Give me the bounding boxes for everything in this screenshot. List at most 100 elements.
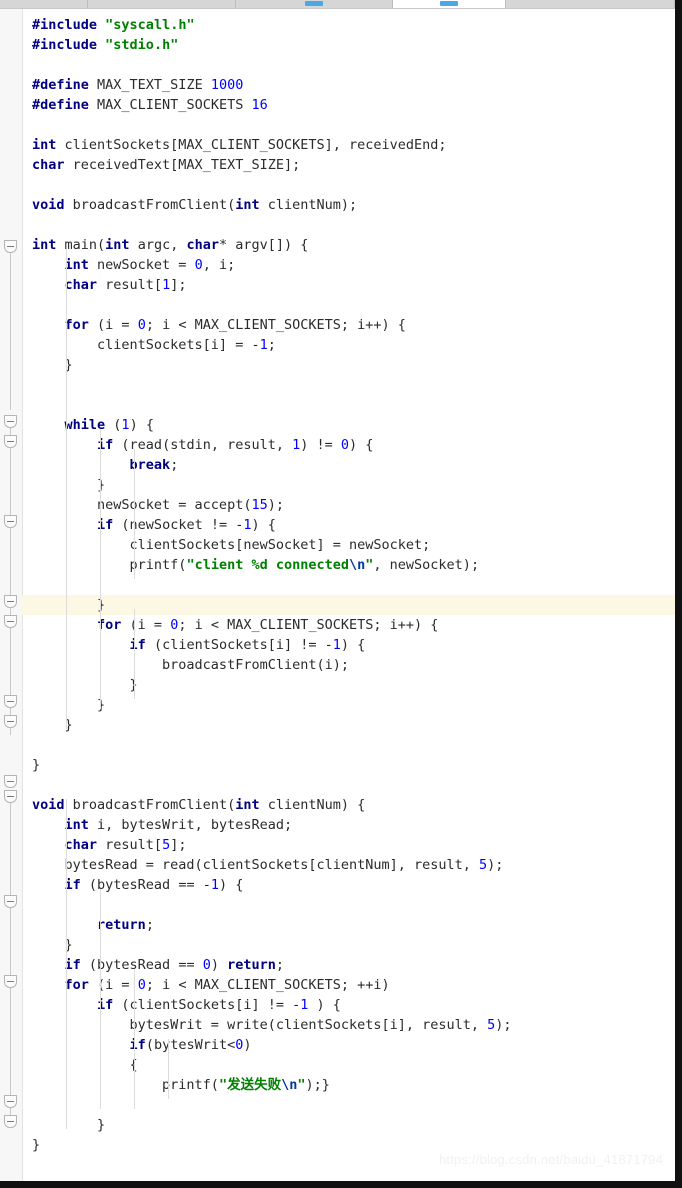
code-line[interactable]: #include "stdio.h" bbox=[22, 35, 675, 55]
fold-collapse-icon[interactable] bbox=[4, 975, 17, 988]
code-line[interactable]: printf("发送失败\n");} bbox=[22, 1075, 675, 1095]
code-line[interactable] bbox=[22, 575, 675, 595]
fold-collapse-icon[interactable] bbox=[4, 415, 17, 428]
fold-collapse-icon[interactable] bbox=[4, 715, 17, 728]
code-line[interactable] bbox=[22, 115, 675, 135]
code-line[interactable]: newSocket = accept(15); bbox=[22, 495, 675, 515]
code-line[interactable] bbox=[22, 375, 675, 395]
code-line[interactable] bbox=[22, 775, 675, 795]
fold-collapse-icon[interactable] bbox=[4, 695, 17, 708]
code-line[interactable]: clientSockets[newSocket] = newSocket; bbox=[22, 535, 675, 555]
code-line[interactable]: #define MAX_CLIENT_SOCKETS 16 bbox=[22, 95, 675, 115]
code-line[interactable]: if (read(stdin, result, 1) != 0) { bbox=[22, 435, 675, 455]
code-line[interactable]: #include "syscall.h" bbox=[22, 15, 675, 35]
code-line[interactable]: int main(int argc, char* argv[]) { bbox=[22, 235, 675, 255]
code-token-id: (i = bbox=[88, 977, 138, 993]
code-token-id: ) { bbox=[340, 637, 366, 653]
code-line[interactable]: if (bytesRead == -1) { bbox=[22, 875, 675, 895]
fold-collapse-icon[interactable] bbox=[4, 895, 17, 908]
fold-collapse-icon[interactable] bbox=[4, 790, 17, 803]
code-content[interactable]: #include "syscall.h" #include "stdio.h" #… bbox=[22, 9, 675, 1181]
fold-collapse-icon[interactable] bbox=[4, 515, 17, 528]
editor-tab[interactable] bbox=[88, 0, 236, 8]
code-line[interactable]: } bbox=[22, 935, 675, 955]
code-line[interactable]: void broadcastFromClient(int clientNum) … bbox=[22, 795, 675, 815]
code-line[interactable]: if (newSocket != -1) { bbox=[22, 515, 675, 535]
code-token-id: } bbox=[32, 597, 106, 613]
code-token-kw: break bbox=[129, 457, 171, 473]
code-token-id: ); bbox=[267, 497, 284, 513]
code-line[interactable]: #define MAX_TEXT_SIZE 1000 bbox=[22, 75, 675, 95]
fold-collapse-icon[interactable] bbox=[4, 1095, 17, 1108]
code-line[interactable]: if(bytesWrit<0) bbox=[22, 1035, 675, 1055]
code-line[interactable]: break; bbox=[22, 455, 675, 475]
code-token-num: -1 bbox=[235, 517, 252, 533]
fold-collapse-icon[interactable] bbox=[4, 615, 17, 628]
code-line[interactable]: char receivedText[MAX_TEXT_SIZE]; bbox=[22, 155, 675, 175]
code-token-id: (bytesRead == bbox=[80, 877, 203, 893]
fold-collapse-icon[interactable] bbox=[4, 240, 17, 253]
editor-tab[interactable] bbox=[393, 0, 506, 8]
code-token-id bbox=[32, 637, 130, 653]
code-line[interactable]: { bbox=[22, 1055, 675, 1075]
fold-collapse-icon[interactable] bbox=[4, 595, 17, 608]
code-line[interactable]: while (1) { bbox=[22, 415, 675, 435]
editor-tab-bar[interactable] bbox=[0, 0, 675, 8]
code-line[interactable] bbox=[22, 55, 675, 75]
code-line[interactable]: if (clientSockets[i] != -1) { bbox=[22, 635, 675, 655]
code-line[interactable]: printf("client %d connected\n", newSocke… bbox=[22, 555, 675, 575]
code-token-kw: return bbox=[227, 957, 276, 973]
code-line[interactable]: bytesWrit = write(clientSockets[i], resu… bbox=[22, 1015, 675, 1035]
code-line[interactable]: int clientSockets[MAX_CLIENT_SOCKETS], r… bbox=[22, 135, 675, 155]
code-token-id bbox=[32, 277, 65, 293]
code-line[interactable] bbox=[22, 1095, 675, 1115]
code-line[interactable]: } bbox=[22, 755, 675, 775]
code-line[interactable]: } bbox=[22, 595, 675, 615]
code-line[interactable]: } bbox=[22, 675, 675, 695]
code-line[interactable]: clientSockets[i] = -1; bbox=[22, 335, 675, 355]
code-token-num: 1 bbox=[162, 277, 171, 293]
code-line[interactable]: for (i = 0; i < MAX_CLIENT_SOCKETS; i++)… bbox=[22, 315, 675, 335]
code-line[interactable] bbox=[22, 395, 675, 415]
editor-tab[interactable] bbox=[236, 0, 393, 8]
fold-collapse-icon[interactable] bbox=[4, 775, 17, 788]
code-line[interactable]: broadcastFromClient(i); bbox=[22, 655, 675, 675]
code-line[interactable]: for (i = 0; i < MAX_CLIENT_SOCKETS; i++)… bbox=[22, 615, 675, 635]
code-token-id: (bytesWrit< bbox=[145, 1037, 236, 1053]
code-token-id: ; bbox=[170, 457, 179, 473]
code-token-num: 15 bbox=[251, 497, 268, 513]
code-token-id bbox=[32, 517, 97, 533]
code-token-kw: if bbox=[64, 877, 81, 893]
code-line[interactable]: int i, bytesWrit, bytesRead; bbox=[22, 815, 675, 835]
editor-gutter[interactable] bbox=[0, 9, 23, 1181]
code-line[interactable]: bytesRead = read(clientSockets[clientNum… bbox=[22, 855, 675, 875]
code-line[interactable]: for (i = 0; i < MAX_CLIENT_SOCKETS; ++i) bbox=[22, 975, 675, 995]
code-line[interactable]: char result[1]; bbox=[22, 275, 675, 295]
code-line[interactable] bbox=[22, 215, 675, 235]
code-line[interactable]: } bbox=[22, 695, 675, 715]
code-line[interactable] bbox=[22, 895, 675, 915]
code-line[interactable]: } bbox=[22, 715, 675, 735]
code-line[interactable]: } bbox=[22, 1115, 675, 1135]
code-line[interactable] bbox=[22, 295, 675, 315]
fold-collapse-icon[interactable] bbox=[4, 435, 17, 448]
file-icon bbox=[305, 1, 323, 6]
code-token-id: } bbox=[32, 1137, 41, 1153]
editor-tab[interactable] bbox=[0, 0, 88, 8]
code-line[interactable]: void broadcastFromClient(int clientNum); bbox=[22, 195, 675, 215]
code-line[interactable]: return; bbox=[22, 915, 675, 935]
code-token-kw: if bbox=[129, 637, 146, 653]
editor-tab[interactable] bbox=[506, 0, 675, 8]
code-line[interactable]: } bbox=[22, 355, 675, 375]
code-line[interactable]: int newSocket = 0, i; bbox=[22, 255, 675, 275]
code-line[interactable]: if (bytesRead == 0) return; bbox=[22, 955, 675, 975]
code-line[interactable]: char result[5]; bbox=[22, 835, 675, 855]
code-editor[interactable]: #include "syscall.h" #include "stdio.h" #… bbox=[0, 8, 675, 1181]
fold-marker-container bbox=[0, 9, 22, 1181]
fold-collapse-icon[interactable] bbox=[4, 1115, 17, 1128]
code-line[interactable] bbox=[22, 735, 675, 755]
code-line[interactable] bbox=[22, 175, 675, 195]
code-line[interactable]: } bbox=[22, 475, 675, 495]
code-line[interactable]: if (clientSockets[i] != -1 ) { bbox=[22, 995, 675, 1015]
code-token-id: ]; bbox=[170, 277, 187, 293]
